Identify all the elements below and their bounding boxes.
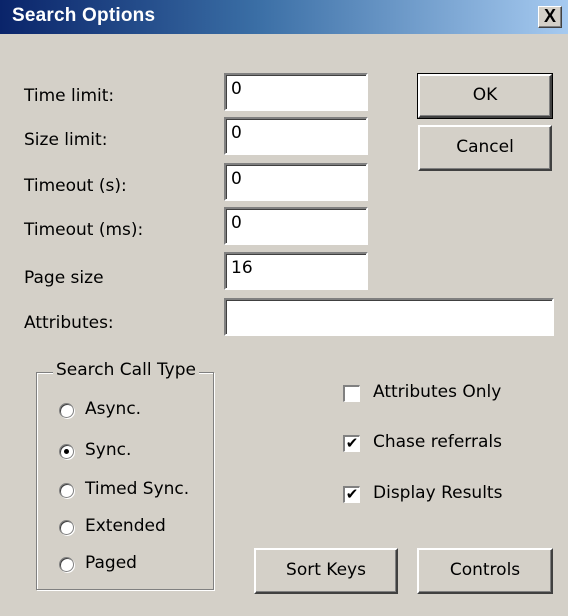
- timeout-s-label: Timeout (s):: [24, 176, 127, 196]
- radio-label: Timed Sync.: [85, 479, 190, 499]
- controls-button[interactable]: Controls: [417, 548, 553, 594]
- size-limit-label: Size limit:: [24, 130, 108, 150]
- sort-keys-button[interactable]: Sort Keys: [254, 548, 398, 594]
- display-results-label: Display Results: [373, 483, 503, 503]
- radio-button[interactable]: [59, 403, 74, 418]
- time-limit-label: Time limit:: [24, 86, 115, 106]
- time-limit-input[interactable]: 0: [224, 73, 368, 111]
- attributes-only-label: Attributes Only: [373, 382, 502, 402]
- radio-label: Extended: [85, 516, 166, 536]
- page-size-label: Page size: [24, 268, 104, 288]
- attributes-only-checkbox[interactable]: [343, 385, 360, 402]
- ok-button[interactable]: OK: [417, 73, 553, 119]
- chase-referrals-label: Chase referrals: [373, 432, 502, 452]
- attributes-input[interactable]: [224, 298, 554, 336]
- radio-button[interactable]: [59, 557, 74, 572]
- search-call-type-group: Search Call Type Async. Sync. Timed Sync…: [36, 360, 214, 590]
- cancel-button[interactable]: Cancel: [418, 125, 552, 171]
- attributes-label: Attributes:: [24, 313, 114, 333]
- search-call-type-title: Search Call Type: [53, 360, 199, 380]
- close-button[interactable]: X: [538, 6, 562, 28]
- checkmark-icon: ✔: [345, 434, 359, 452]
- display-results-checkbox[interactable]: ✔: [343, 486, 360, 503]
- timeout-ms-label: Timeout (ms):: [24, 220, 144, 240]
- radio-button[interactable]: [59, 520, 74, 535]
- radio-button[interactable]: [59, 444, 74, 459]
- page-size-input[interactable]: 16: [224, 252, 368, 290]
- radio-label: Paged: [85, 553, 137, 573]
- radio-label: Async.: [85, 399, 142, 419]
- radio-button[interactable]: [59, 483, 74, 498]
- timeout-s-input[interactable]: 0: [224, 163, 368, 201]
- radio-label: Sync.: [85, 440, 132, 460]
- size-limit-input[interactable]: 0: [224, 117, 368, 155]
- title-bar[interactable]: Search Options X: [0, 0, 568, 34]
- checkmark-icon: ✔: [345, 485, 359, 503]
- timeout-ms-input[interactable]: 0: [224, 207, 368, 245]
- close-icon: X: [543, 6, 556, 26]
- radio-selected-dot-icon: [64, 449, 69, 454]
- chase-referrals-checkbox[interactable]: ✔: [343, 435, 360, 452]
- window-title: Search Options: [12, 5, 156, 26]
